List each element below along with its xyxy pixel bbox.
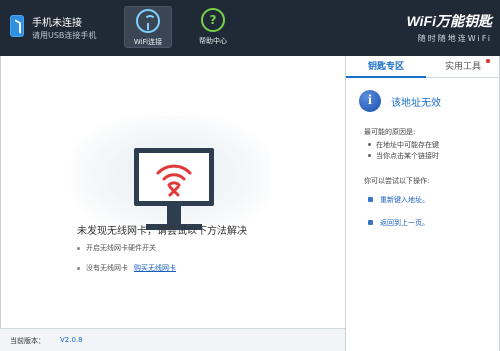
- cause-heading: 最可能的原因是:: [364, 128, 416, 136]
- wifi-error-icon: [156, 164, 192, 197]
- sidebar-tabs: 钥匙专区 实用工具: [346, 56, 500, 78]
- tip-item: 开启无线网卡硬件开关: [77, 243, 156, 253]
- version-label: 当前版本：: [10, 337, 45, 345]
- main-panel: 未发现无线网卡，请尝试以下方法解决 开启无线网卡硬件开关 没有无线网卡 购买无线网…: [0, 56, 345, 328]
- nav-wifi-connect[interactable]: WiFi连接: [124, 6, 172, 48]
- tab-tools-label: 实用工具: [444, 62, 481, 72]
- cause-item: 在地址中可能存在键: [368, 141, 439, 149]
- action-bullet-icon: [368, 197, 373, 202]
- go-back-link[interactable]: 返回到上一页。: [380, 218, 429, 228]
- tab-key-zone[interactable]: 钥匙专区: [346, 56, 426, 78]
- try-heading: 你可以尝试以下操作:: [364, 177, 430, 185]
- bullet-icon: [77, 266, 80, 270]
- nav-help-center-label: 帮助中心: [199, 37, 227, 45]
- monitor-screen: [139, 153, 209, 201]
- wifi-icon: [136, 9, 160, 33]
- brand-slogan: 随时随地连WiFi: [417, 34, 492, 43]
- title-bar: 手机未连接 请用USB连接手机 WiFi连接 ? 帮助中心 WiFi万能钥匙 随…: [0, 0, 500, 56]
- brand: WiFi万能钥匙 随时随地连WiFi: [407, 11, 492, 44]
- bullet-icon: [77, 246, 80, 250]
- phone-status-title: 手机未连接: [32, 18, 82, 29]
- status-bar: 当前版本： V2.0.8: [0, 328, 345, 351]
- action-bullet-icon: [368, 220, 373, 225]
- tip-text: 没有无线网卡: [86, 264, 128, 272]
- info-title: 该地址无效: [391, 98, 441, 109]
- tab-tools[interactable]: 实用工具: [428, 56, 498, 78]
- phone-status-subtitle: 请用USB连接手机: [32, 31, 97, 40]
- buy-wireless-card-link[interactable]: 购买无线网卡: [134, 264, 176, 272]
- tip-text: 开启无线网卡硬件开关: [86, 244, 156, 252]
- cause-item: 当你点击某个链接时: [368, 152, 439, 160]
- error-title: 未发现无线网卡，请尝试以下方法解决: [77, 226, 247, 237]
- version-value: V2.0.8: [60, 336, 83, 344]
- nav-wifi-connect-label: WiFi连接: [133, 38, 163, 46]
- retype-address-link[interactable]: 重新键入地址。: [380, 195, 429, 205]
- phone-connection-icon[interactable]: [10, 15, 24, 37]
- brand-title: WiFi万能钥匙: [406, 13, 492, 29]
- info-icon: i: [359, 90, 381, 112]
- monitor-wifi-error-icon: [134, 148, 214, 206]
- help-icon: ?: [201, 8, 225, 32]
- tip-item: 没有无线网卡 购买无线网卡: [77, 263, 176, 273]
- sidebar: 钥匙专区 实用工具 i 该地址无效 最可能的原因是: 在地址中可能存在键 当你点…: [345, 56, 500, 351]
- notification-dot-icon: [486, 59, 490, 63]
- nav-help-center[interactable]: ? 帮助中心: [189, 6, 237, 48]
